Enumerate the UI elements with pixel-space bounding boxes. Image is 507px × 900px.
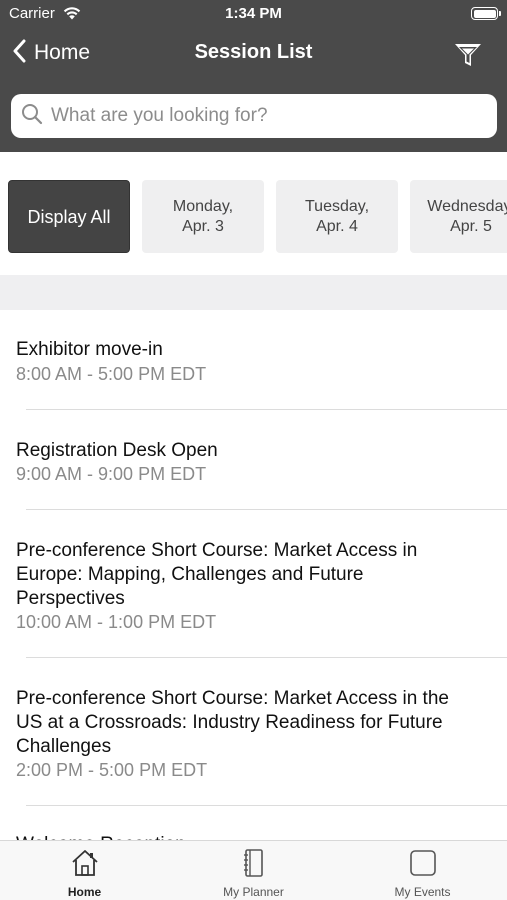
events-icon: [408, 849, 438, 877]
section-spacer: [0, 275, 507, 310]
filter-button[interactable]: [453, 39, 483, 69]
battery-icon: [471, 7, 501, 20]
session-item[interactable]: Pre-conference Short Course: Market Acce…: [0, 539, 507, 657]
day-filter-wednesday[interactable]: Wednesday, Apr. 5: [410, 180, 507, 253]
tab-my-planner[interactable]: My Planner: [169, 841, 338, 900]
day-filter-tuesday[interactable]: Tuesday, Apr. 4: [276, 180, 398, 253]
search-input[interactable]: [51, 105, 481, 127]
session-item[interactable]: Pre-conference Short Course: Market Acce…: [0, 687, 507, 805]
tab-my-events[interactable]: My Events: [338, 841, 507, 900]
tab-label: My Events: [394, 885, 451, 899]
day-filter-bar: Display All Monday, Apr. 3 Tuesday, Apr.…: [0, 180, 507, 254]
session-item[interactable]: Exhibitor move-in 8:00 AM - 5:00 PM EDT: [0, 338, 507, 410]
session-time: 10:00 AM - 1:00 PM EDT: [16, 612, 217, 632]
status-bar: Carrier 1:34 PM: [0, 0, 507, 28]
planner-icon: [239, 849, 269, 877]
day-filter-monday[interactable]: Monday, Apr. 3: [142, 180, 264, 253]
search-bar: [11, 94, 497, 138]
tab-home[interactable]: Home: [0, 841, 169, 900]
navigation-bar: Home Session List: [0, 30, 507, 76]
home-icon: [70, 849, 100, 877]
session-time: 2:00 PM - 5:00 PM EDT: [16, 760, 208, 780]
day-filter-display-all[interactable]: Display All: [8, 180, 130, 253]
clock: 1:34 PM: [225, 5, 282, 22]
session-title: Pre-conference Short Course: Market Acce…: [16, 688, 449, 757]
session-time: 8:00 AM - 5:00 PM EDT: [16, 364, 207, 384]
session-time: 9:00 AM - 9:00 PM EDT: [16, 464, 207, 484]
filter-icon: [453, 44, 483, 73]
tab-label: Home: [67, 885, 102, 899]
divider: [26, 409, 507, 410]
divider: [26, 509, 507, 510]
app-header: Carrier 1:34 PM Home Session List: [0, 0, 507, 152]
page-title: Session List: [194, 41, 313, 63]
session-title: Registration Desk Open: [16, 440, 218, 461]
tab-bar: Home My Planner My Events: [0, 840, 507, 900]
session-title: Pre-conference Short Course: Market Acce…: [16, 540, 418, 609]
session-title: Exhibitor move-in: [16, 339, 163, 360]
session-item[interactable]: Registration Desk Open 9:00 AM - 9:00 PM…: [0, 439, 507, 509]
divider: [26, 805, 507, 806]
divider: [26, 657, 507, 658]
tab-label: My Planner: [223, 885, 284, 899]
search-icon: [21, 103, 43, 130]
